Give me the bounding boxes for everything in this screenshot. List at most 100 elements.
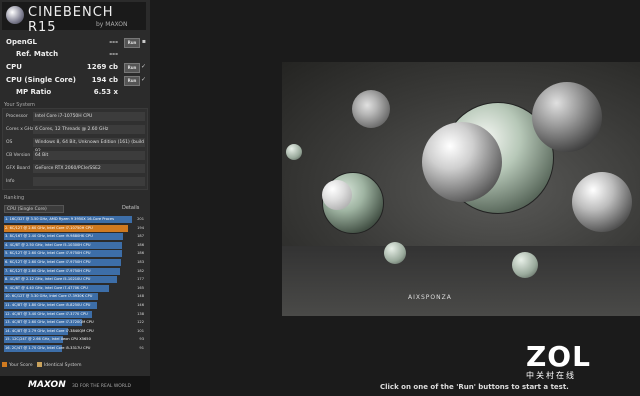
ranking-score: 186 [137, 242, 144, 247]
score-value: 1269 cb [86, 63, 118, 71]
status-hint: Click on one of the 'Run' buttons to sta… [380, 383, 569, 391]
maxon-logo: MAXON [28, 380, 66, 390]
score-label: OpenGL [6, 38, 37, 46]
ranking-entry[interactable]: 8. 4C/8T @ 2.12 GHz, Intel Core i5-10210… [4, 276, 144, 284]
legend-identical: Identical System [43, 363, 82, 368]
ranking-label: 1. 16C/32T @ 3.50 GHz, AMD Ryzen 9 3950X… [5, 217, 114, 221]
ranking-label: 16. 2C/4T @ 1.70 GHz, Intel Core i5-3317… [5, 346, 91, 350]
score-row-cpu: CPU 1269 cb Run ✓ [2, 61, 146, 73]
white-sphere [322, 180, 352, 210]
ranking-select[interactable]: CPU (Single Core) [4, 205, 64, 213]
ranking-entry[interactable]: 4. 4C/8T @ 2.50 GHz, Intel Core i5-10300… [4, 241, 144, 249]
render-viewport: AIXSPONZA [282, 62, 640, 316]
opengl-checkbox[interactable]: ▪ [142, 38, 146, 45]
cinebench-logo-icon [6, 6, 24, 24]
ranking-score: 187 [137, 234, 144, 239]
ranking-entry[interactable]: 10. 6C/12T @ 3.30 GHz, Intel Core i7-393… [4, 293, 144, 301]
ranking-label: 14. 4C/8T @ 2.79 GHz, Intel Core i7-3840… [5, 328, 94, 333]
ranking-entry[interactable]: 11. 4C/8T @ 1.80 GHz, Intel Core i5-8250… [4, 302, 144, 309]
ranking-label: 5. 6C/12T @ 2.60 GHz, Intel Core i7-9750… [5, 251, 91, 256]
ranking-score: 201 [137, 217, 144, 221]
system-row: OS Windows 8, 64 Bit, Unknown Edition (16… [3, 137, 147, 154]
ranking-label: 7. 6C/12T @ 2.60 GHz, Intel Core i7-9750… [5, 268, 91, 273]
app-subtitle: by MAXON [96, 21, 128, 28]
identical-swatch [36, 362, 42, 367]
system-key: Cores x GHz [6, 127, 34, 132]
cpu-single-checkbox[interactable]: ✓ [141, 76, 146, 83]
ranking-entry[interactable]: 16. 2C/4T @ 1.70 GHz, Intel Core i5-3317… [4, 345, 144, 352]
ranking-score: 93 [139, 337, 144, 342]
ranking-entry[interactable]: 12. 4C/8T @ 3.40 GHz, Intel Core i7-3770… [4, 310, 144, 318]
app-logo: CINEBENCH R15 by MAXON [2, 2, 146, 35]
ranking-entry[interactable]: 13. 4C/8T @ 2.60 GHz, Intel Core i7-3720… [4, 319, 144, 327]
system-value: 6 Cores, 12 Threads @ 2.60 GHz [33, 125, 145, 134]
system-key: Info [6, 179, 15, 184]
run-cpu-button[interactable]: Run [124, 63, 140, 73]
ranking-score: 146 [137, 303, 144, 307]
ranking-label: 11. 4C/8T @ 1.80 GHz, Intel Core i5-8250… [5, 303, 91, 307]
small-sphere [384, 242, 406, 264]
ranking-entry[interactable]: 14. 4C/8T @ 2.79 GHz, Intel Core i7-3840… [4, 327, 144, 335]
ranking-score: 91 [139, 346, 144, 350]
small-sphere [512, 252, 538, 278]
ranking-entry[interactable]: 6. 6C/12T @ 2.60 GHz, Intel Core i7-9750… [4, 259, 144, 266]
ranking-label: 6. 6C/12T @ 2.60 GHz, Intel Core i7-9750… [5, 260, 91, 264]
app-title: CINEBENCH R15 [28, 5, 114, 35]
score-row-opengl: OpenGL --- Run ▪ [2, 36, 146, 48]
system-key: Processor [6, 114, 28, 119]
ranking-entry[interactable]: 1. 16C/32T @ 3.50 GHz, AMD Ryzen 9 3950X… [4, 216, 144, 223]
scores-panel: OpenGL --- Run ▪ Ref. Match --- CPU 1269… [2, 34, 146, 98]
ranking-score: 101 [137, 328, 144, 333]
chrome-sphere [422, 122, 502, 202]
ranking-score: 186 [137, 251, 144, 256]
zol-logo: ZOL [526, 340, 591, 373]
system-row: Processor Intel Core i7-10750H CPU [3, 111, 147, 123]
ranking-label: 8. 4C/8T @ 2.12 GHz, Intel Core i5-10210… [5, 277, 91, 282]
system-value: GeForce RTX 2060/PCIe/SSE2 [33, 164, 145, 173]
ranking-score: 148 [137, 294, 144, 299]
score-value: --- [109, 50, 118, 58]
zol-logo-sub: 中关村在线 [526, 371, 576, 380]
score-row-cpu-single: CPU (Single Core) 194 cb Run ✓ [2, 74, 146, 86]
ranking-score: 194 [137, 225, 144, 230]
ranking-panel: CPU (Single Core) Details 1. 16C/32T @ 3… [2, 200, 146, 358]
your-score-swatch [2, 362, 7, 367]
chrome-sphere [572, 172, 632, 232]
ranking-label: 9. 4C/8T @ 4.40 GHz, Intel Core i7-4770K… [5, 285, 88, 290]
left-panel: CINEBENCH R15 by MAXON OpenGL --- Run ▪ … [0, 0, 150, 396]
ranking-entry[interactable]: 7. 6C/12T @ 2.60 GHz, Intel Core i7-9750… [4, 267, 144, 275]
ranking-entry[interactable]: 15. 12C/24T @ 2.66 GHz, Intel Xeon CPU X… [4, 336, 144, 344]
system-row: CB Version 64 Bit [3, 150, 147, 162]
render-floor [282, 246, 640, 316]
ranking-entry[interactable]: 2. 6C/12T @ 2.60 GHz, Intel Core i7-1075… [4, 224, 144, 232]
system-panel: Processor Intel Core i7-10750H CPU Cores … [2, 108, 148, 190]
maxon-tagline: 3D FOR THE REAL WORLD [72, 384, 131, 389]
cpu-checkbox[interactable]: ✓ [141, 63, 146, 70]
run-opengl-button[interactable]: Run [124, 38, 140, 48]
ranking-score: 177 [137, 277, 144, 282]
ranking-score: 183 [137, 260, 144, 264]
system-value: 64 Bit [33, 151, 145, 160]
ranking-entry[interactable]: 5. 6C/12T @ 2.60 GHz, Intel Core i7-9750… [4, 250, 144, 258]
ranking-label: 13. 4C/8T @ 2.60 GHz, Intel Core i7-3720… [5, 320, 94, 325]
system-row: Info [3, 176, 147, 188]
score-label: CPU [6, 63, 22, 71]
ranking-score: 182 [137, 268, 144, 273]
ranking-entry[interactable]: 9. 4C/8T @ 4.40 GHz, Intel Core i7-4770K… [4, 284, 144, 292]
score-value: 6.53 x [93, 88, 118, 96]
system-row: GFX Board GeForce RTX 2060/PCIe/SSE2 [3, 163, 147, 175]
aixsponza-watermark: AIXSPONZA [408, 294, 452, 301]
details-button[interactable]: Details [122, 205, 139, 211]
score-row-mp-ratio: MP Ratio 6.53 x [2, 86, 146, 98]
system-value: Windows 8, 64 Bit, Unknown Edition (161)… [33, 138, 145, 154]
run-cpu-single-button[interactable]: Run [124, 76, 140, 86]
score-value: --- [109, 38, 118, 46]
score-label: CPU (Single Core) [6, 76, 76, 84]
info-field[interactable] [33, 177, 145, 186]
ranking-entry[interactable]: 3. 8C/16T @ 2.40 GHz, Intel Core i9-9880… [4, 233, 144, 241]
legend-your-score: Your Score [9, 363, 33, 368]
ranking-score: 165 [137, 285, 144, 290]
ranking-label: 2. 6C/12T @ 2.60 GHz, Intel Core i7-1075… [5, 225, 93, 230]
maxon-footer: MAXON 3D FOR THE REAL WORLD [0, 376, 150, 396]
score-label: Ref. Match [16, 50, 59, 58]
